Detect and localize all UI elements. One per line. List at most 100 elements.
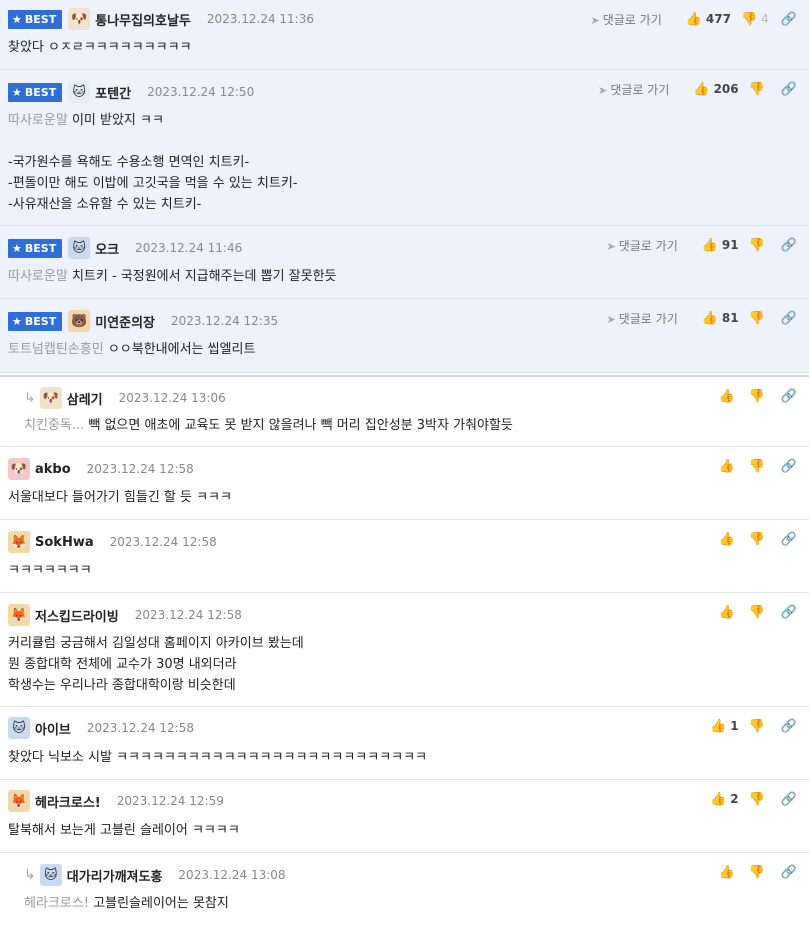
upvote-button[interactable]: 👍 477 bbox=[686, 12, 731, 27]
link-icon[interactable]: 🔗 bbox=[781, 311, 797, 326]
link-icon[interactable]: 🔗 bbox=[781, 865, 797, 880]
upvote-button[interactable]: 👍 bbox=[718, 865, 738, 880]
comment-header: 🐱 아이브 2023.12.24 12:58 bbox=[8, 717, 194, 739]
reply-arrow-icon: ↳ bbox=[24, 390, 36, 406]
nickname[interactable]: 저스킵드라이빙 bbox=[35, 606, 119, 625]
thumbs-down-icon: 👎 bbox=[748, 458, 765, 474]
comment: 🦊 헤라크로스! 2023.12.24 12:59 👍 2 👎 🔗 탈북해서 보는… bbox=[0, 780, 809, 853]
comment-header: ★ BEST 🐱 포텐간 2023.12.24 12:50 bbox=[8, 81, 255, 103]
upvote-button[interactable]: 👍 91 bbox=[702, 238, 739, 253]
shiba-avatar-icon[interactable]: 🐶 bbox=[68, 8, 91, 30]
thumbs-up-icon: 👍 bbox=[693, 81, 710, 97]
thumbs-down-icon: 👎 bbox=[740, 11, 758, 27]
comment-text: ㅋㅋㅋㅋㅋㅋㅋ bbox=[8, 563, 92, 578]
mention[interactable]: 치킨중독... bbox=[24, 418, 84, 433]
fox-avatar-icon[interactable]: 🦊 bbox=[8, 604, 30, 626]
downvote-button[interactable]: 👎 bbox=[749, 238, 769, 253]
thumbs-up-icon: 👍 bbox=[718, 864, 735, 880]
timestamp: 2023.12.24 12:35 bbox=[171, 314, 279, 328]
comment-reply: ↳ 🐶 삼레기 2023.12.24 13:06 👍 👎 🔗 치킨중독... 빽… bbox=[0, 375, 809, 447]
nickname[interactable]: 오크 bbox=[95, 239, 119, 258]
nickname[interactable]: 헤라크로스! bbox=[35, 792, 101, 811]
comment-actions: ➤ 댓글로 가기 👍 206 👎 🔗 bbox=[598, 79, 797, 99]
upvote-button[interactable]: 👍 206 bbox=[693, 82, 738, 97]
comment-header: 🦊 저스킵드라이빙 2023.12.24 12:58 bbox=[8, 604, 242, 626]
comment-text: 탈북해서 보는게 고블린 슬레이어 ㅋㅋㅋㅋ bbox=[8, 823, 240, 838]
downvote-button[interactable]: 👎 bbox=[749, 605, 769, 620]
link-icon[interactable]: 🔗 bbox=[781, 389, 797, 404]
comment-header: ★ BEST 🐱 오크 2023.12.24 11:46 bbox=[8, 237, 242, 259]
thumbs-up-icon: 👍 bbox=[701, 310, 718, 326]
mention[interactable]: 헤라크로스! bbox=[24, 896, 89, 911]
comment-header: 🦊 SokHwa 2023.12.24 12:58 bbox=[8, 531, 217, 553]
comment-header: ↳ 🐱 대가리가깨져도홍 2023.12.24 13:08 bbox=[24, 864, 286, 886]
downvote-button[interactable]: 👎 bbox=[749, 82, 769, 97]
upvote-button[interactable]: 👍 2 bbox=[710, 792, 739, 807]
downvote-button[interactable]: 👎 bbox=[749, 311, 769, 326]
nickname[interactable]: 미연준의장 bbox=[95, 312, 155, 331]
comment-best-1: ★ BEST 🐶 통나무집의호날두 2023.12.24 11:36 ➤ 댓글로 가… bbox=[0, 0, 809, 70]
upvote-button[interactable]: 👍 bbox=[718, 459, 738, 474]
link-icon[interactable]: 🔗 bbox=[781, 12, 797, 27]
comment-actions: ➤ 댓글로 가기 👍 81 👎 🔗 bbox=[607, 308, 798, 328]
star-icon: ★ bbox=[12, 241, 22, 255]
blue-cat-avatar-icon[interactable]: 🐱 bbox=[39, 864, 62, 886]
go-to-reply-link[interactable]: ➤ 댓글로 가기 bbox=[591, 11, 662, 28]
upvote-button[interactable]: 👍 1 bbox=[710, 719, 739, 734]
downvote-button[interactable]: 👎 bbox=[749, 532, 769, 547]
downvote-button[interactable]: 👎 bbox=[749, 865, 769, 880]
comment: 🐶 akbo 2023.12.24 12:58 👍 👎 🔗 서울대보다 들어가기… bbox=[0, 447, 809, 520]
upvote-button[interactable]: 👍 81 bbox=[702, 311, 739, 326]
go-to-reply-link[interactable]: ➤ 댓글로 가기 bbox=[607, 310, 678, 327]
go-to-reply-link[interactable]: ➤ 댓글로 가기 bbox=[598, 81, 669, 98]
comment: 🐱 아이브 2023.12.24 12:58 👍 1 👎 🔗 찾았다 닉보소 시발… bbox=[0, 707, 809, 780]
link-icon[interactable]: 🔗 bbox=[781, 605, 797, 620]
downvote-button[interactable]: 👎 bbox=[749, 459, 769, 474]
downvote-button[interactable]: 👎 4 bbox=[741, 12, 769, 27]
white-cat-avatar-icon[interactable]: 🐱 bbox=[68, 81, 91, 103]
nickname[interactable]: 대가리가깨져도홍 bbox=[67, 866, 163, 885]
mention[interactable]: 따사로운말 bbox=[8, 269, 68, 284]
nickname[interactable]: akbo bbox=[35, 462, 71, 477]
link-icon[interactable]: 🔗 bbox=[781, 532, 797, 547]
comment-text: 토트넘캡틴손흥민 ㅇㅇ북한내에서는 씹엘리트 bbox=[8, 342, 256, 357]
blue-cat-avatar-icon[interactable]: 🐱 bbox=[8, 717, 30, 739]
nickname[interactable]: 통나무집의호날두 bbox=[95, 10, 191, 29]
comment-header: 🐶 akbo 2023.12.24 12:58 bbox=[8, 458, 194, 480]
thumbs-up-icon: 👍 bbox=[718, 458, 735, 474]
timestamp: 2023.12.24 12:58 bbox=[86, 462, 194, 476]
upvote-button[interactable]: 👍 bbox=[718, 389, 738, 404]
nickname[interactable]: 아이브 bbox=[35, 719, 71, 738]
link-icon[interactable]: 🔗 bbox=[781, 719, 797, 734]
downvote-button[interactable]: 👎 bbox=[749, 719, 769, 734]
nickname[interactable]: SokHwa bbox=[35, 535, 94, 550]
mention[interactable]: 토트넘캡틴손흥민 bbox=[8, 342, 104, 357]
downvote-button[interactable]: 👎 bbox=[749, 389, 769, 404]
fox-avatar-icon[interactable]: 🦊 bbox=[8, 790, 30, 812]
comment-text: 찾았다 닉보소 시발 ㅋㅋㅋㅋㅋㅋㅋㅋㅋㅋㅋㅋㅋㅋㅋㅋㅋㅋㅋㅋㅋㅋㅋㅋㅋㅋ bbox=[8, 750, 428, 765]
link-icon[interactable]: 🔗 bbox=[781, 238, 797, 253]
link-icon[interactable]: 🔗 bbox=[781, 82, 797, 97]
fox-avatar-icon[interactable]: 🦊 bbox=[8, 531, 30, 553]
nickname[interactable]: 포텐간 bbox=[95, 83, 131, 102]
reply-arrow-icon: ➤ bbox=[606, 312, 616, 326]
comment-best-4: ★ BEST 🐻 미연준의장 2023.12.24 12:35 ➤ 댓글로 가기 👍… bbox=[0, 299, 809, 373]
timestamp: 2023.12.24 12:50 bbox=[147, 85, 255, 99]
red-dog-avatar-icon[interactable]: 🐶 bbox=[8, 458, 30, 480]
link-icon[interactable]: 🔗 bbox=[781, 459, 797, 474]
nickname[interactable]: 삼레기 bbox=[67, 389, 103, 408]
bear-avatar-icon[interactable]: 🐻 bbox=[68, 310, 91, 332]
comment-text: 서울대보다 들어가기 힘들긴 할 듯 ㅋㅋㅋ bbox=[8, 490, 232, 505]
comment-best-3: ★ BEST 🐱 오크 2023.12.24 11:46 ➤ 댓글로 가기 👍 91 … bbox=[0, 226, 809, 299]
mention[interactable]: 따사로운말 bbox=[8, 113, 68, 128]
link-icon[interactable]: 🔗 bbox=[781, 792, 797, 807]
upvote-button[interactable]: 👍 bbox=[718, 605, 738, 620]
downvote-button[interactable]: 👎 bbox=[749, 792, 769, 807]
blue-cat-avatar-icon[interactable]: 🐱 bbox=[68, 237, 91, 259]
go-to-reply-link[interactable]: ➤ 댓글로 가기 bbox=[607, 237, 678, 254]
comment: 🦊 저스킵드라이빙 2023.12.24 12:58 👍 👎 🔗 커리큘럼 궁금… bbox=[0, 593, 809, 707]
upvote-button[interactable]: 👍 bbox=[718, 532, 738, 547]
comment-actions: 👍 👎 🔗 bbox=[708, 386, 797, 406]
shiba-avatar-icon[interactable]: 🐶 bbox=[39, 387, 62, 409]
reply-arrow-icon: ↳ bbox=[24, 867, 36, 883]
